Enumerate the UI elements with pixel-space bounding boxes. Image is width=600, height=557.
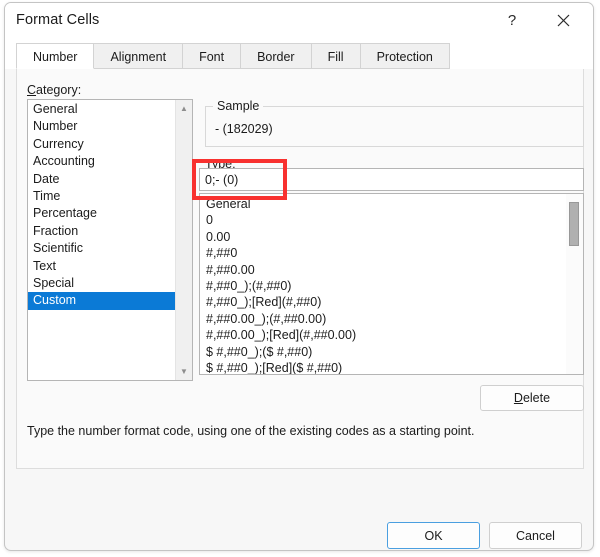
tab-protection[interactable]: Protection — [361, 43, 450, 69]
sample-value: - (182029) — [215, 122, 273, 136]
list-item[interactable]: Currency — [28, 136, 175, 153]
list-item[interactable]: Scientific — [28, 240, 175, 257]
list-item[interactable]: #,##0.00_);[Red](#,##0.00) — [200, 327, 566, 343]
list-item[interactable]: Time — [28, 188, 175, 205]
type-input[interactable] — [199, 168, 584, 191]
scroll-up-icon[interactable]: ▲ — [176, 100, 192, 117]
delete-accel: D — [514, 391, 523, 405]
tab-alignment[interactable]: Alignment — [94, 43, 183, 69]
close-icon[interactable] — [543, 3, 583, 37]
list-item[interactable]: 0 — [200, 212, 566, 228]
delete-label: Delete — [514, 391, 550, 405]
list-item[interactable]: Number — [28, 118, 175, 135]
list-item[interactable]: Special — [28, 275, 175, 292]
tab-strip: Number Alignment Font Border Fill Protec… — [5, 39, 593, 69]
type-items: General 0 0.00 #,##0 #,##0.00 #,##0_);(#… — [200, 194, 566, 375]
scroll-down-icon[interactable]: ▼ — [176, 363, 192, 380]
ok-button[interactable]: OK — [387, 522, 480, 549]
format-cells-dialog: Format Cells ? Number Alignment Font Bor… — [4, 2, 594, 551]
category-items: General Number Currency Accounting Date … — [28, 100, 175, 310]
tab-fill[interactable]: Fill — [312, 43, 361, 69]
title-bar: Format Cells ? — [5, 3, 593, 39]
scrollbar-thumb[interactable] — [569, 202, 579, 246]
category-label-rest: ategory: — [36, 83, 81, 97]
category-listbox[interactable]: General Number Currency Accounting Date … — [27, 99, 193, 381]
list-item[interactable]: #,##0.00_);(#,##0.00) — [200, 311, 566, 327]
hint-text: Type the number format code, using one o… — [27, 424, 475, 438]
list-item[interactable]: #,##0_);[Red](#,##0) — [200, 294, 566, 310]
delete-rest: elete — [523, 391, 550, 405]
category-label-accel: C — [27, 83, 36, 97]
list-item[interactable]: $ #,##0_);($ #,##0) — [200, 344, 566, 360]
list-item[interactable]: Text — [28, 258, 175, 275]
list-item[interactable]: #,##0 — [200, 245, 566, 261]
list-item[interactable]: Date — [28, 171, 175, 188]
tab-border[interactable]: Border — [241, 43, 312, 69]
list-item[interactable]: Percentage — [28, 205, 175, 222]
delete-button[interactable]: Delete — [480, 385, 584, 411]
list-item[interactable]: #,##0.00 — [200, 262, 566, 278]
list-item[interactable]: Fraction — [28, 223, 175, 240]
list-item[interactable]: #,##0_);(#,##0) — [200, 278, 566, 294]
list-item-selected[interactable]: Custom — [28, 292, 175, 309]
tab-number[interactable]: Number — [16, 43, 94, 69]
sample-group-title: Sample — [213, 99, 263, 113]
list-item[interactable]: $ #,##0_);[Red]($ #,##0) — [200, 360, 566, 375]
type-scrollbar[interactable] — [566, 194, 583, 374]
tab-list: Number Alignment Font Border Fill Protec… — [16, 43, 450, 69]
dialog-title: Format Cells — [16, 12, 99, 28]
list-item[interactable]: General — [200, 196, 566, 212]
list-item[interactable]: General — [28, 101, 175, 118]
cancel-button[interactable]: Cancel — [489, 522, 582, 549]
tab-font[interactable]: Font — [183, 43, 241, 69]
category-scrollbar[interactable]: ▲ ▼ — [175, 100, 192, 380]
help-icon[interactable]: ? — [492, 3, 532, 37]
category-label: Category: — [27, 83, 81, 97]
list-item[interactable]: Accounting — [28, 153, 175, 170]
type-listbox[interactable]: General 0 0.00 #,##0 #,##0.00 #,##0_);(#… — [199, 193, 584, 375]
list-item[interactable]: 0.00 — [200, 229, 566, 245]
